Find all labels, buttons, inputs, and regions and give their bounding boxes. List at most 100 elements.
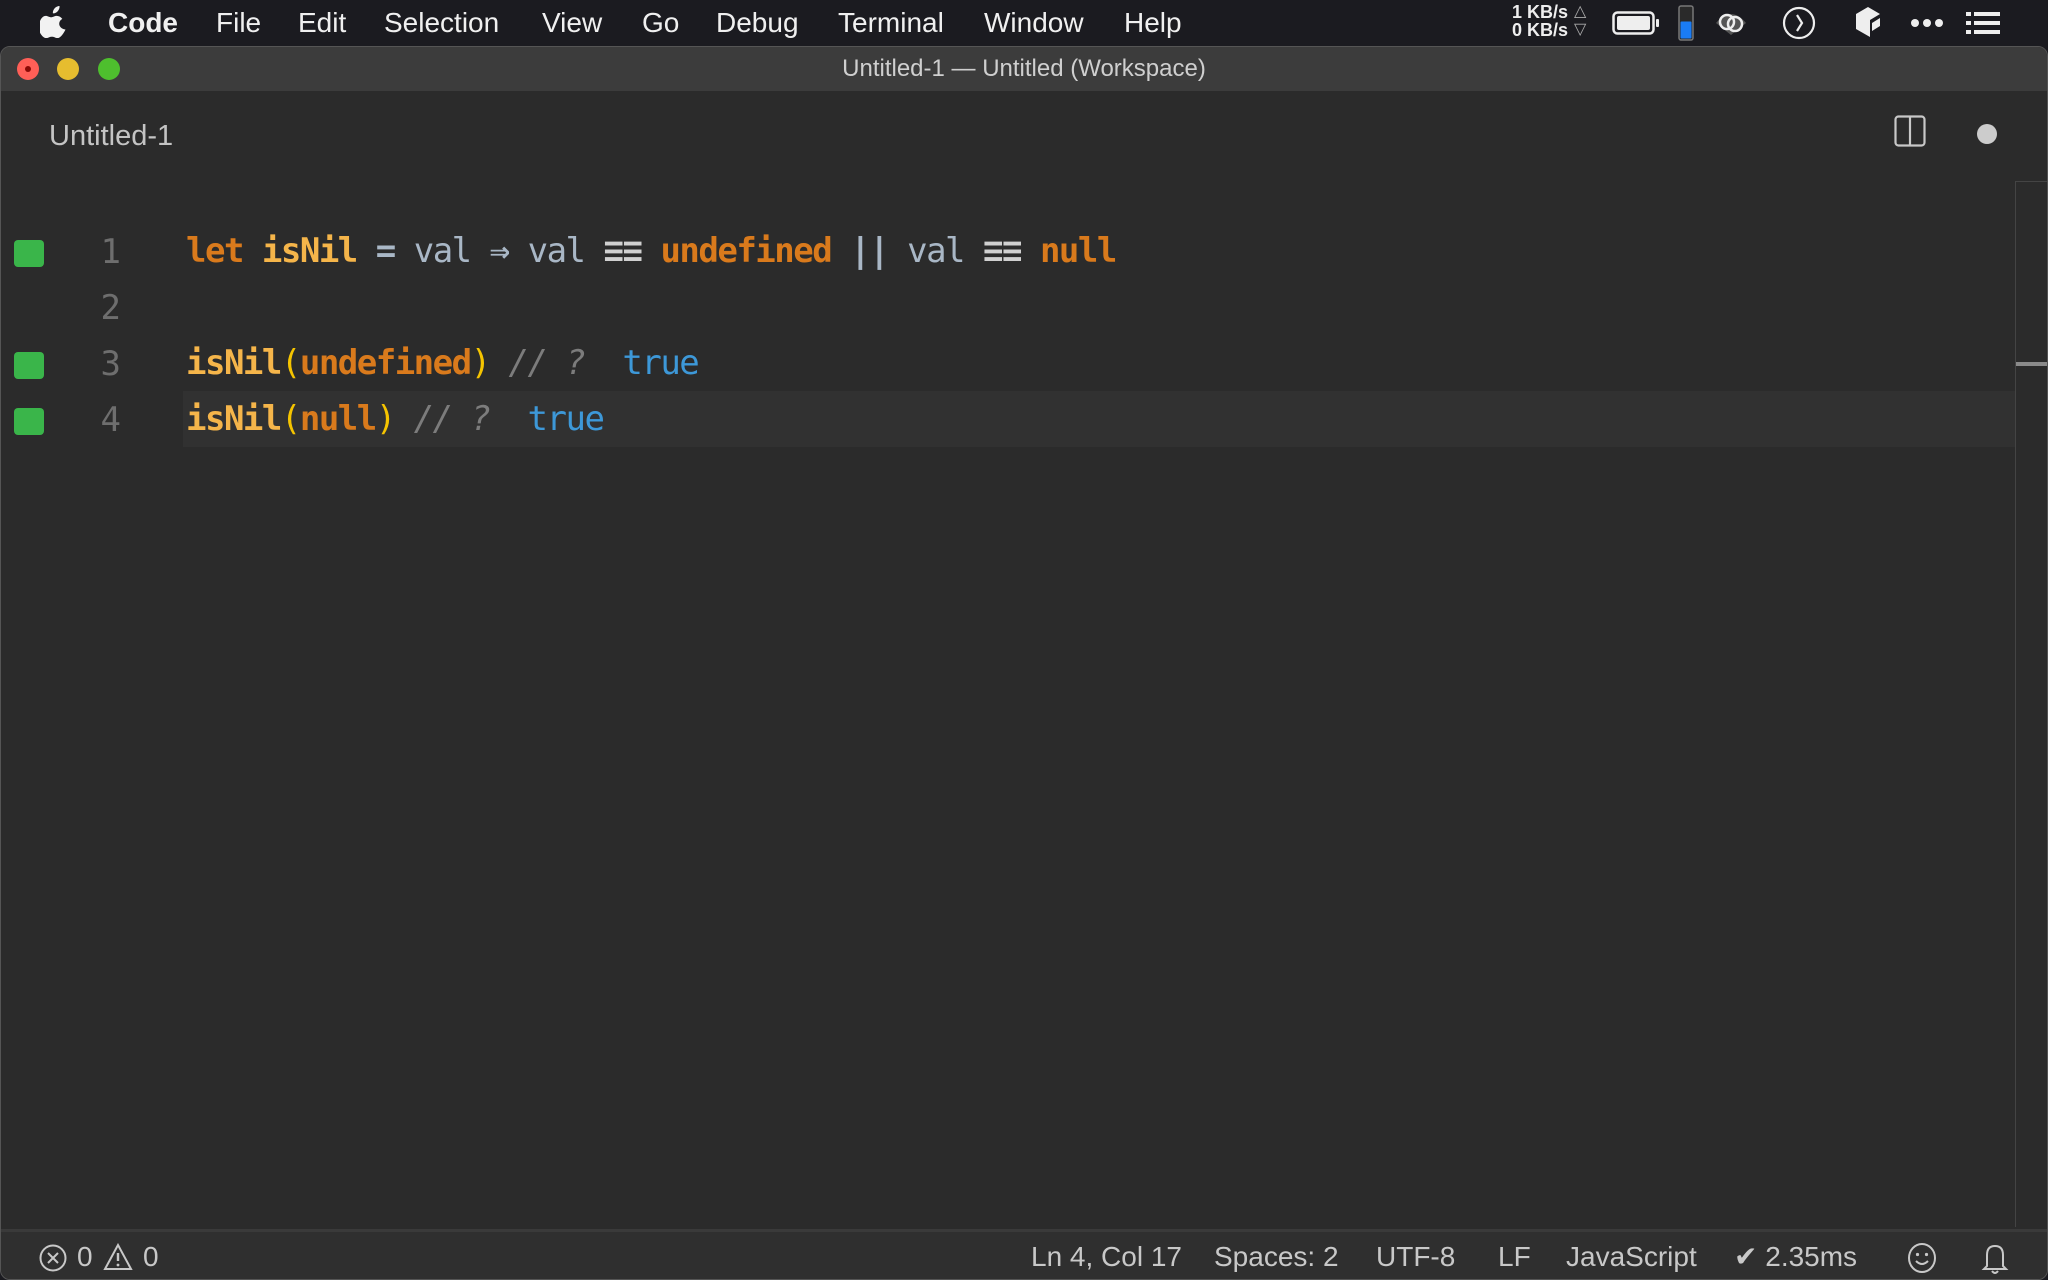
code-token: ) (375, 399, 396, 439)
line-number: 1 (100, 232, 121, 272)
encoding[interactable]: UTF-8 (1376, 1241, 1455, 1273)
code-token: ⇒ (489, 231, 510, 271)
code-token: isNil (186, 399, 282, 439)
app-icon[interactable] (1854, 6, 1882, 38)
warning-count[interactable]: 0 (143, 1241, 159, 1273)
code-token: ( (280, 399, 301, 439)
code-token: isNil (186, 343, 282, 383)
scrollbar-cursor-marker (2016, 362, 2047, 366)
code-token: undefined (299, 343, 472, 383)
code-line[interactable]: 3 isNil(undefined) // ? true (1, 335, 2017, 391)
tab-bar: Untitled-1 (1, 91, 2047, 171)
code-line[interactable]: 4 isNil(null) // ? true (14, 391, 2015, 447)
code-token: ) (470, 343, 491, 383)
code-token: val (413, 231, 472, 271)
feedback-smiley-icon[interactable] (1907, 1242, 1937, 1274)
menu-help[interactable]: Help (1124, 7, 1182, 39)
upload-speed: 1 KB/s (1511, 2, 1568, 22)
code-token: // ? (413, 399, 491, 439)
error-icon[interactable] (39, 1244, 67, 1272)
line-number: 4 (100, 400, 121, 440)
code-token: true (527, 399, 605, 439)
memory-gauge-icon[interactable] (1678, 5, 1694, 41)
code-token: val (527, 231, 586, 271)
indentation[interactable]: Spaces: 2 (1214, 1241, 1339, 1273)
list-icon[interactable] (1966, 11, 2002, 35)
coverage-marker-icon[interactable] (14, 352, 44, 379)
menu-go[interactable]: Go (642, 7, 679, 39)
code-token: val (907, 231, 965, 271)
error-count[interactable]: 0 (77, 1241, 93, 1273)
unsaved-dot-icon[interactable] (1977, 124, 1997, 144)
code-text: let isNil = val ⇒ val ≡≡ undefined || va… (186, 231, 1117, 271)
split-editor-icon[interactable] (1894, 115, 1926, 147)
warning-icon[interactable] (103, 1243, 133, 1271)
code-line[interactable]: 1 let isNil = val ⇒ val ≡≡ undefined || v… (1, 223, 2017, 279)
more-icon[interactable] (1910, 18, 1944, 28)
language-mode[interactable]: JavaScript (1566, 1241, 1697, 1273)
editor[interactable]: 1 let isNil = val ⇒ val ≡≡ undefined || v… (1, 171, 2047, 1227)
tab-untitled-1[interactable]: Untitled-1 (49, 119, 173, 153)
code-token: null (299, 399, 377, 439)
battery-icon[interactable] (1612, 11, 1660, 35)
menu-selection[interactable]: Selection (384, 7, 499, 39)
code-token: isNil (261, 231, 358, 271)
end-of-line[interactable]: LF (1498, 1241, 1531, 1273)
code-text: isNil(null) // ? true (186, 399, 605, 439)
code-token: ( (280, 343, 301, 383)
network-speed[interactable]: 1 KB/s 0 KB/s (1508, 3, 1568, 39)
code-token: ≡≡ (603, 231, 643, 271)
coverage-marker-icon[interactable] (14, 240, 44, 267)
download-arrow-icon: ▽ (1574, 21, 1587, 38)
notifications-bell-icon[interactable] (1981, 1241, 2009, 1275)
window-title: Untitled-1 — Untitled (Workspace) (842, 55, 1206, 82)
clock-icon[interactable] (1782, 6, 1816, 40)
coverage-marker-icon[interactable] (14, 408, 44, 435)
code-token: = (375, 231, 396, 271)
creative-cloud-icon[interactable] (1712, 9, 1750, 37)
vscode-window: Untitled-1 — Untitled (Workspace) Untitl… (0, 46, 2048, 1280)
quokka-timing[interactable]: ✔ 2.35ms (1734, 1241, 1857, 1273)
code-token: // ? (508, 343, 586, 383)
upload-arrow-icon: △ (1574, 3, 1587, 20)
menu-bar: Code File Edit Selection View Go Debug T… (0, 0, 2048, 46)
apple-icon[interactable] (40, 6, 68, 38)
menu-view[interactable]: View (542, 7, 602, 39)
menu-edit[interactable]: Edit (298, 7, 346, 39)
line-number: 3 (100, 344, 121, 384)
overview-ruler[interactable] (2015, 181, 2016, 1227)
cursor-position[interactable]: Ln 4, Col 17 (1031, 1241, 1182, 1273)
menu-terminal[interactable]: Terminal (838, 7, 944, 39)
download-speed: 0 KB/s (1511, 20, 1568, 40)
code-token: || (850, 231, 889, 271)
menu-code[interactable]: Code (108, 7, 178, 39)
code-token: undefined (660, 231, 832, 271)
menu-window[interactable]: Window (984, 7, 1084, 39)
title-bar[interactable]: Untitled-1 — Untitled (Workspace) (1, 47, 2047, 91)
code-token: true (622, 343, 699, 383)
overview-ruler-top (2015, 181, 2047, 182)
code-token: null (1039, 231, 1117, 271)
line-number: 2 (100, 288, 121, 328)
menu-debug[interactable]: Debug (716, 7, 799, 39)
code-line[interactable]: 2 (1, 279, 2017, 335)
code-token: let (186, 231, 244, 271)
menu-file[interactable]: File (216, 7, 261, 39)
code-token: ≡≡ (983, 231, 1022, 271)
status-bar: 0 0 Ln 4, Col 17 Spaces: 2 UTF-8 LF Java… (1, 1229, 2047, 1279)
